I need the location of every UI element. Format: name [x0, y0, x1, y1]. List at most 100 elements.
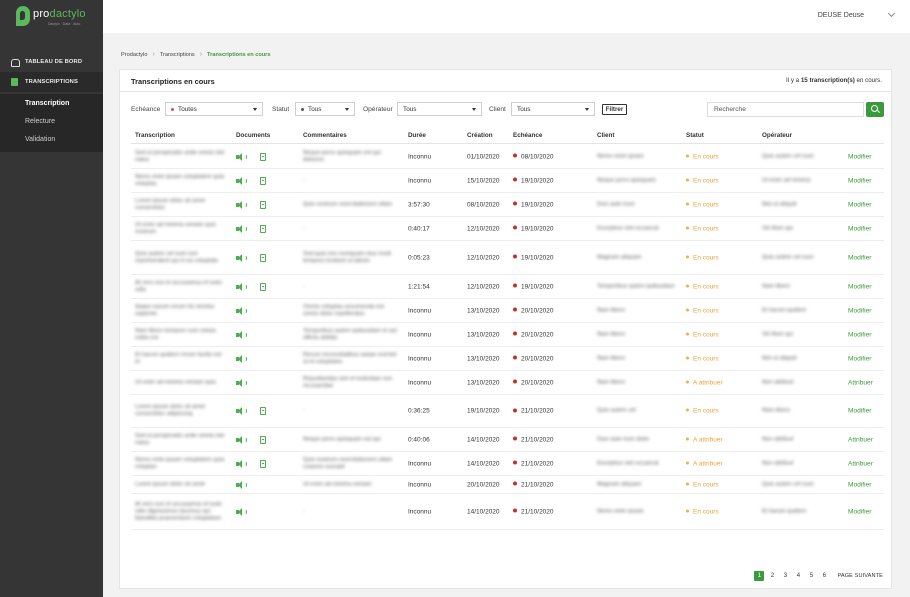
row-action-link[interactable]: Modifier: [848, 225, 871, 232]
logo-tagline: Dactylo · Data · Auto: [48, 22, 81, 26]
operateur-label: Opérateur: [363, 106, 393, 113]
document-icon[interactable]: [260, 459, 266, 468]
nav-tableau-de-bord[interactable]: TABLEAU DE BORD: [0, 52, 103, 72]
row-action-link[interactable]: Modifier: [848, 355, 871, 362]
col-operateur[interactable]: Opérateur: [762, 132, 792, 139]
row-action-link[interactable]: Modifier: [848, 481, 871, 488]
audio-icon[interactable]: [236, 306, 247, 315]
deadline: 20/10/2020: [513, 307, 554, 314]
row-action-link[interactable]: Modifier: [848, 408, 871, 415]
row-action-link[interactable]: Attribuer: [848, 379, 873, 386]
status-dot-icon: [686, 380, 689, 383]
audio-icon[interactable]: [236, 354, 247, 363]
page-3[interactable]: 3: [780, 571, 790, 581]
breadcrumb-home[interactable]: Prodactylo: [121, 52, 147, 58]
table-row: Nam libero tempore cum soluta nobis est T…: [131, 323, 884, 347]
document-icon[interactable]: [260, 176, 266, 185]
sub-item-transcription[interactable]: Transcription: [25, 100, 69, 107]
document-icon[interactable]: [260, 200, 266, 209]
search-button[interactable]: [866, 102, 884, 117]
page-6[interactable]: 6: [819, 571, 829, 581]
nav-label: TABLEAU DE BORD: [25, 59, 83, 65]
creation-date: 20/10/2020: [467, 481, 500, 488]
user-menu[interactable]: DEUSE Deuse: [818, 12, 864, 19]
row-action-link[interactable]: Modifier: [848, 283, 871, 290]
row-action-link[interactable]: Modifier: [848, 331, 871, 338]
row-action-link[interactable]: Attribuer: [848, 460, 873, 467]
audio-icon[interactable]: [236, 224, 247, 233]
client-select[interactable]: Tous: [511, 102, 595, 116]
status-dot-icon: [686, 284, 689, 287]
deadline-dot-icon: [513, 283, 517, 288]
chevron-right-icon: ›: [199, 51, 203, 58]
row-action-link[interactable]: Attribuer: [848, 436, 873, 443]
transcription-title: Sed ut perspiciatis unde omnis iste natu…: [135, 432, 225, 446]
echeance-select[interactable]: Toutes: [165, 102, 263, 116]
statut-select[interactable]: Tous: [295, 102, 355, 116]
filter-button[interactable]: Filtrer: [602, 104, 627, 115]
audio-icon[interactable]: [236, 378, 247, 387]
row-action-link[interactable]: Modifier: [848, 508, 871, 515]
row-action-link[interactable]: Modifier: [848, 254, 871, 261]
client: Nam libero: [597, 331, 626, 337]
page-5[interactable]: 5: [806, 571, 816, 581]
caret-down-icon: [472, 108, 476, 111]
row-action-link[interactable]: Modifier: [848, 153, 871, 160]
audio-icon[interactable]: [236, 507, 247, 516]
audio-icon[interactable]: [236, 435, 247, 444]
audio-icon[interactable]: [236, 200, 247, 209]
logo[interactable]: prodactylo Dactylo · Data · Auto: [16, 6, 96, 32]
row-action-link[interactable]: Modifier: [848, 201, 871, 208]
transcription-title: Ut enim ad minima veniam quis: [135, 379, 216, 385]
comment: -: [303, 283, 305, 289]
document-icon[interactable]: [260, 224, 266, 233]
row-action-link[interactable]: Modifier: [848, 307, 871, 314]
document-icon[interactable]: [260, 152, 266, 161]
audio-icon[interactable]: [236, 330, 247, 339]
col-client[interactable]: Client: [597, 132, 615, 139]
audio-icon[interactable]: [236, 253, 247, 262]
status-badge: En cours: [686, 331, 719, 338]
document-icon[interactable]: [260, 435, 266, 444]
page-4[interactable]: 4: [793, 571, 803, 581]
col-commentaires[interactable]: Commentaires: [303, 132, 347, 139]
col-transcription[interactable]: Transcription: [135, 132, 175, 139]
duration: 0:40:06: [408, 436, 430, 443]
next-page-link[interactable]: PAGE SUIVANTE: [837, 573, 883, 579]
audio-icon[interactable]: [236, 176, 247, 185]
page-1[interactable]: 1: [754, 571, 765, 581]
transcription-title: Lorem ipsum dolor sit amet: [135, 481, 205, 487]
transcription-title: Nam libero tempore cum soluta nobis est: [135, 327, 216, 341]
breadcrumb-current: Transcriptions en cours: [207, 51, 271, 58]
document-icon[interactable]: [260, 407, 266, 415]
duration: 3:57:30: [408, 201, 430, 208]
audio-icon[interactable]: [236, 459, 247, 468]
audio-icon[interactable]: [236, 282, 247, 291]
client: Excepteur sint occaecat: [597, 460, 659, 466]
col-statut[interactable]: Statut: [686, 132, 704, 139]
col-duree[interactable]: Durée: [408, 132, 426, 139]
audio-icon[interactable]: [236, 407, 247, 415]
search-input[interactable]: Recherche: [707, 102, 864, 117]
deadline-dot-icon: [513, 481, 517, 486]
audio-icon[interactable]: [236, 152, 247, 161]
col-echeance[interactable]: Echéance: [513, 132, 542, 139]
col-documents[interactable]: Documents: [236, 132, 270, 139]
breadcrumb-transcriptions[interactable]: Transcriptions: [160, 52, 195, 58]
col-creation[interactable]: Création: [467, 132, 493, 139]
duration: 1:21:54: [408, 283, 430, 290]
sub-item-validation[interactable]: Validation: [25, 136, 55, 143]
sub-item-relecture[interactable]: Relecture: [25, 118, 55, 125]
client-label: Client: [489, 106, 506, 113]
chevron-down-icon[interactable]: [887, 9, 896, 18]
audio-icon[interactable]: [236, 480, 247, 489]
row-action-link[interactable]: Modifier: [848, 177, 871, 184]
document-icon[interactable]: [260, 282, 266, 291]
nav-transcriptions[interactable]: TRANSCRIPTIONS: [0, 72, 103, 92]
page-2[interactable]: 2: [767, 571, 777, 581]
table-row: Itaque earum rerum hic tenetur sapiente O…: [131, 299, 884, 323]
status-badge: En cours: [686, 408, 719, 415]
operator: Vel illum qui: [762, 225, 793, 231]
document-icon[interactable]: [260, 253, 266, 262]
operateur-select[interactable]: Tous: [397, 102, 482, 116]
